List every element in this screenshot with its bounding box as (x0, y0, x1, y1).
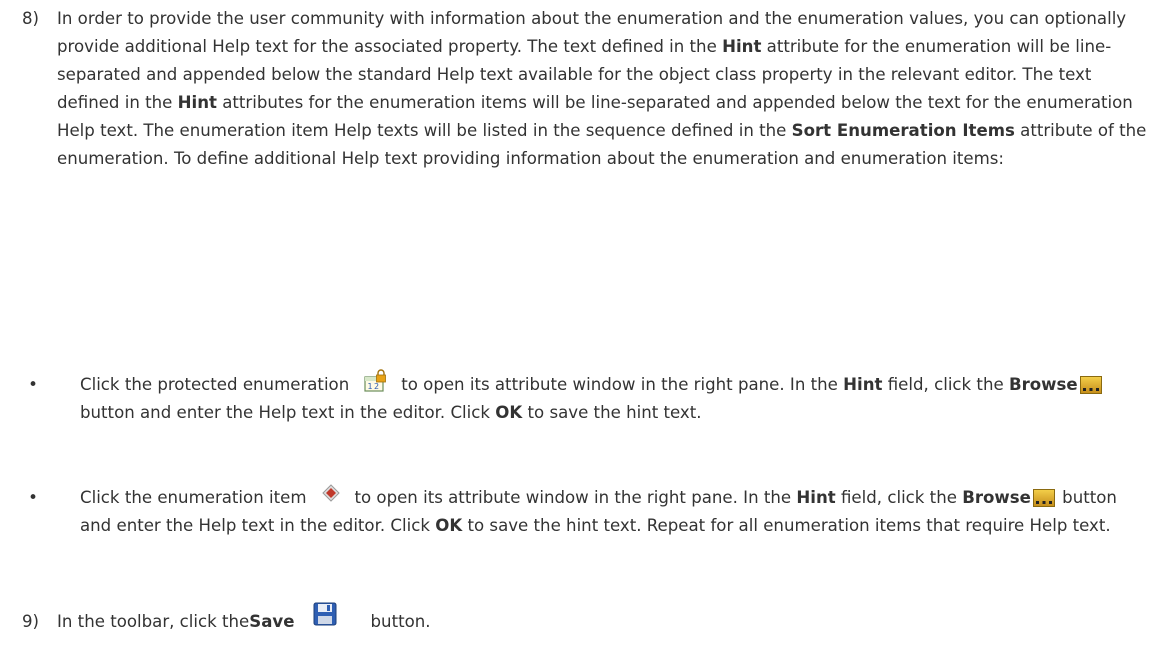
text-segment: to save the hint text. (522, 403, 702, 422)
step-9: 9) In the toolbar, click the Save button… (22, 602, 1152, 636)
browse-icon (1079, 375, 1102, 394)
text-segment: field, click the (835, 488, 963, 507)
svg-text:2: 2 (374, 382, 379, 391)
text-segment: to save the hint text. Repeat for all en… (462, 516, 1111, 535)
hint-term: Hint (722, 37, 762, 56)
text-segment: to open its attribute window in the righ… (354, 488, 797, 507)
text-segment: Click the enumeration item (80, 488, 307, 507)
list-item-text: Click the protected enumeration 1 2 to o… (80, 368, 1130, 427)
step-number: 8) (22, 9, 40, 28)
save-icon (313, 602, 337, 626)
hint-term: Hint (843, 375, 883, 394)
text-segment: to open its attribute window in the righ… (401, 375, 844, 394)
text-segment: button and enter the Help text in the ed… (80, 403, 496, 422)
step-number: 9) (22, 612, 40, 631)
hint-term: Hint (177, 93, 217, 112)
list-item: • Click the enumeration item to open its… (28, 482, 1138, 540)
text-segment: In the toolbar, click the (57, 612, 250, 631)
step-9-text: In the toolbar, click the Save button. (57, 602, 1152, 636)
text-segment: Click the protected enumeration (80, 375, 350, 394)
bullet-dot: • (28, 488, 38, 507)
step-8: 8) In order to provide the user communit… (22, 5, 1152, 173)
sort-enumeration-items-term: Sort Enumeration Items (791, 121, 1015, 140)
protected-enumeration-icon: 1 2 (363, 368, 389, 395)
text-segment: button. (370, 612, 431, 631)
text-segment: field, click the (882, 375, 1009, 394)
enumeration-item-icon (320, 482, 342, 504)
svg-text:1: 1 (368, 382, 373, 391)
hint-term: Hint (796, 488, 836, 507)
list-item: • Click the protected enumeration 1 2 to… (28, 368, 1138, 427)
ok-term: OK (435, 516, 463, 535)
step-8-text: In order to provide the user community w… (57, 5, 1152, 173)
browse-term: Browse (1008, 375, 1078, 394)
save-term: Save (249, 612, 295, 631)
browse-term: Browse (962, 488, 1031, 507)
bullet-dot: • (28, 375, 38, 394)
ok-term: OK (495, 403, 523, 422)
browse-icon (1032, 488, 1055, 507)
list-item-text: Click the enumeration item to open its a… (80, 482, 1130, 540)
